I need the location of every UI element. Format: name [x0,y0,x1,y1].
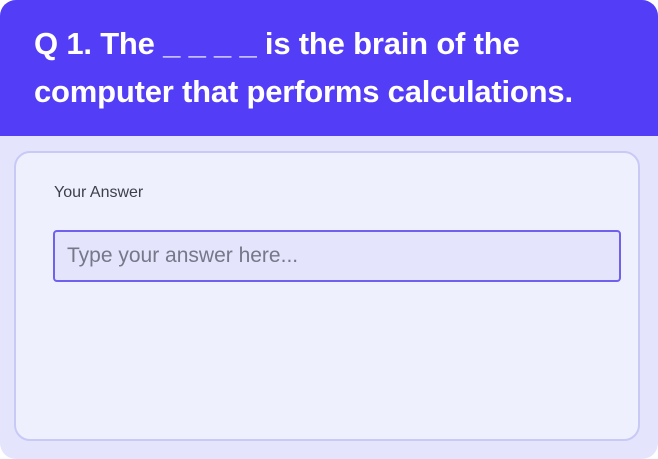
question-text: Q 1. The _ _ _ _ is the brain of the com… [34,26,573,109]
answer-label: Your Answer [54,184,144,201]
question-header: Q 1. The _ _ _ _ is the brain of the com… [0,0,658,136]
answer-panel: Your Answer [14,151,640,441]
quiz-card: Q 1. The _ _ _ _ is the brain of the com… [0,0,658,459]
answer-input[interactable] [53,230,621,282]
